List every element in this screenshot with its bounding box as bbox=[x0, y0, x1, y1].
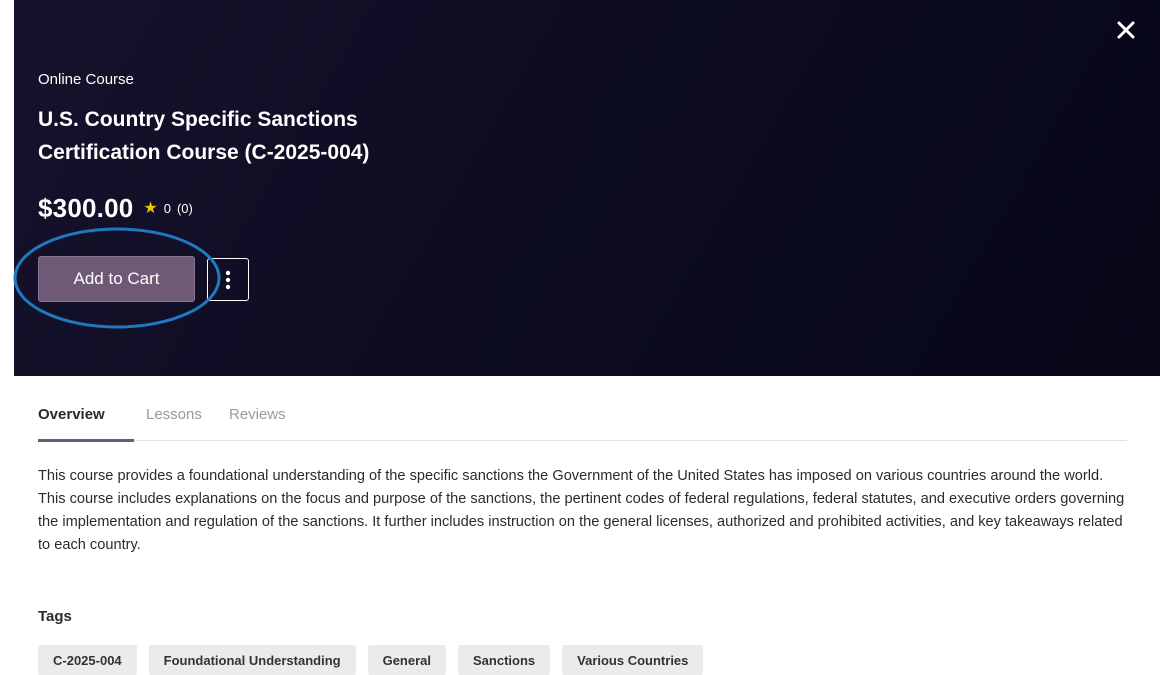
star-icon: ★ bbox=[143, 200, 158, 217]
tag-item[interactable]: General bbox=[367, 645, 447, 675]
tag-item[interactable]: Sanctions bbox=[458, 645, 551, 675]
course-hero: Online Course U.S. Country Specific Sanc… bbox=[14, 0, 1160, 376]
course-description: This course provides a foundational unde… bbox=[38, 468, 1125, 553]
course-detail-modal: Online Course U.S. Country Specific Sanc… bbox=[0, 0, 1160, 675]
tag-item[interactable]: C-2025-004 bbox=[38, 645, 137, 675]
tab-lessons[interactable]: Lessons bbox=[146, 406, 202, 441]
kebab-menu-icon bbox=[225, 270, 231, 290]
course-title: U.S. Country Specific Sanctions Certific… bbox=[38, 108, 370, 164]
tags-heading: Tags bbox=[38, 608, 72, 625]
tab-overview[interactable]: Overview bbox=[38, 406, 134, 442]
course-type-label: Online Course bbox=[38, 71, 134, 88]
tab-reviews[interactable]: Reviews bbox=[229, 406, 286, 441]
tag-item[interactable]: Foundational Understanding bbox=[148, 645, 356, 675]
more-options-button[interactable] bbox=[207, 258, 249, 301]
price-row: $300.00 ★ 0 (0) bbox=[38, 193, 193, 223]
close-button[interactable] bbox=[1112, 16, 1140, 44]
rating-count: (0) bbox=[176, 200, 193, 216]
tag-list: C-2025-004 Foundational Understanding Ge… bbox=[38, 645, 704, 675]
rating-value: 0 bbox=[163, 200, 171, 216]
course-tabs: Overview Lessons Reviews bbox=[38, 396, 1127, 442]
close-icon bbox=[1117, 21, 1135, 39]
add-to-cart-button[interactable]: Add to Cart bbox=[38, 256, 195, 302]
course-price: $300.00 bbox=[38, 192, 134, 223]
tag-item[interactable]: Various Countries bbox=[562, 645, 704, 675]
